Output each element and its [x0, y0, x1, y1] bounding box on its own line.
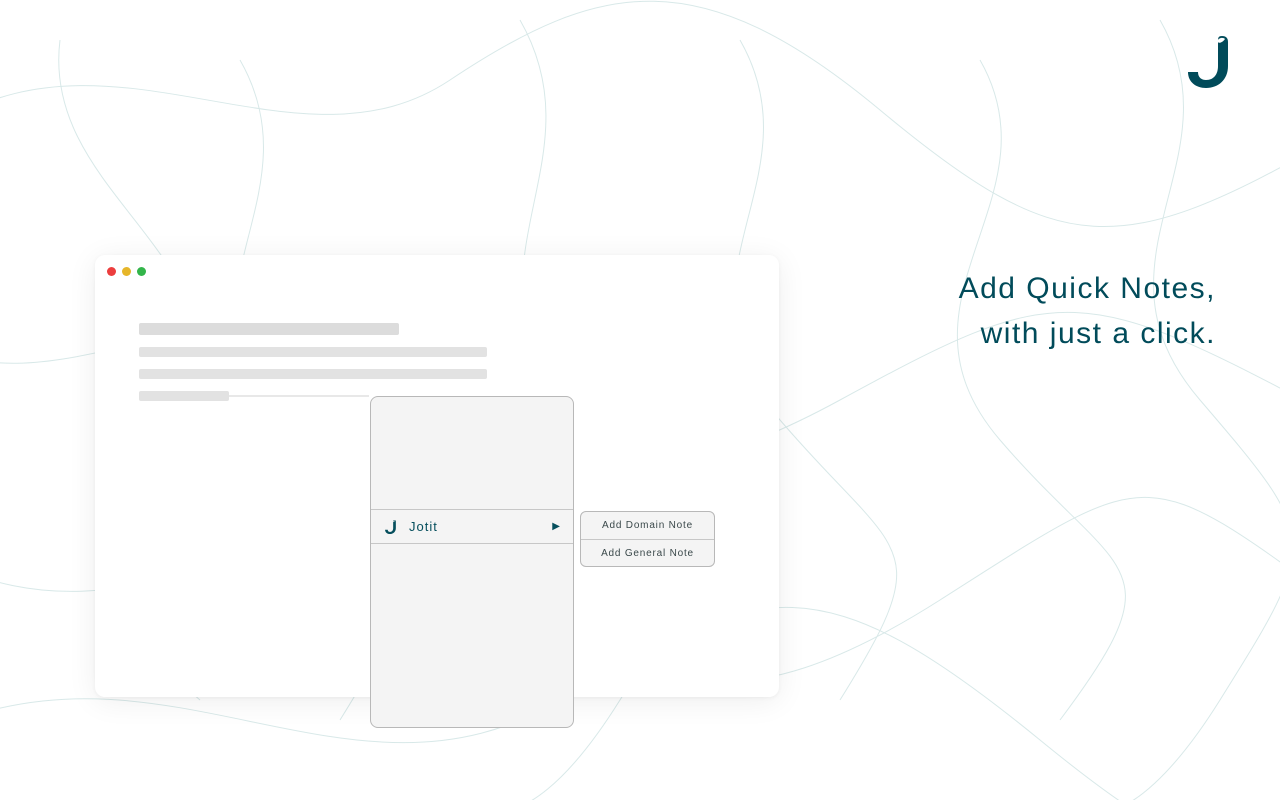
submenu-item-label: Add Domain Note: [602, 520, 693, 531]
tagline: Add Quick Notes, with just a click.: [959, 266, 1216, 356]
skeleton-line: [139, 369, 487, 379]
skeleton-line: [139, 323, 399, 335]
submenu-item-add-general-note[interactable]: Add General Note: [581, 539, 714, 566]
context-menu-item-jotit[interactable]: Jotit ▶: [371, 510, 573, 544]
context-menu: Jotit ▶: [370, 396, 574, 728]
window-titlebar: [95, 255, 779, 279]
context-menu-item-label: Jotit: [409, 519, 438, 534]
page-content: [95, 279, 779, 401]
tagline-line2: with just a click.: [959, 311, 1216, 356]
context-menu-placeholder: [371, 544, 573, 727]
submenu-arrow-icon: ▶: [552, 521, 561, 532]
context-submenu: Add Domain Note Add General Note: [580, 511, 715, 567]
submenu-item-label: Add General Note: [601, 548, 694, 559]
brand-logo: [1188, 36, 1232, 88]
tagline-line1: Add Quick Notes,: [959, 266, 1216, 311]
window-minimize-icon[interactable]: [122, 267, 131, 276]
context-menu-placeholder: [371, 397, 573, 510]
window-maximize-icon[interactable]: [137, 267, 146, 276]
submenu-item-add-domain-note[interactable]: Add Domain Note: [581, 512, 714, 539]
skeleton-line: [139, 347, 487, 357]
jotit-icon: [385, 520, 397, 534]
window-close-icon[interactable]: [107, 267, 116, 276]
